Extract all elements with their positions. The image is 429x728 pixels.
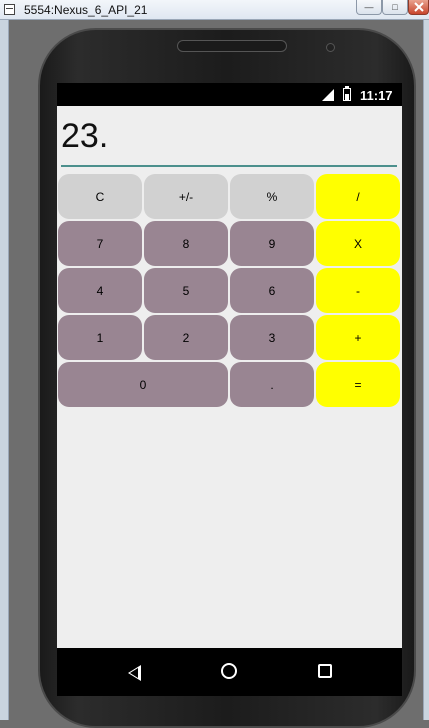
subtract-button[interactable]: - xyxy=(316,268,400,313)
decimal-button[interactable]: . xyxy=(230,362,314,407)
display-underline xyxy=(61,165,397,167)
back-icon[interactable] xyxy=(128,665,141,681)
digit-4-button[interactable]: 4 xyxy=(58,268,142,313)
status-time: 11:17 xyxy=(360,88,393,103)
home-icon[interactable] xyxy=(221,663,237,679)
clear-button[interactable]: C xyxy=(58,174,142,219)
close-button[interactable] xyxy=(408,0,429,15)
digit-9-button[interactable]: 9 xyxy=(230,221,314,266)
digit-3-button[interactable]: 3 xyxy=(230,315,314,360)
emulator-title-bar: 5554:Nexus_6_API_21 — □ xyxy=(0,0,429,20)
digit-0-button[interactable]: 0 xyxy=(58,362,228,407)
digit-1-button[interactable]: 1 xyxy=(58,315,142,360)
digit-5-button[interactable]: 5 xyxy=(144,268,228,313)
divide-button[interactable]: / xyxy=(316,174,400,219)
percent-button[interactable]: % xyxy=(230,174,314,219)
digit-6-button[interactable]: 6 xyxy=(230,268,314,313)
close-icon xyxy=(413,2,424,12)
window-border-left xyxy=(0,20,9,720)
navigation-bar xyxy=(57,648,402,696)
device-screen: 11:17 23. C +/- % / 7 8 9 X 4 5 6 - 1 2 … xyxy=(57,83,402,648)
front-camera xyxy=(326,43,335,52)
minimize-button[interactable]: — xyxy=(356,0,382,15)
speaker-grille xyxy=(177,40,287,52)
digit-7-button[interactable]: 7 xyxy=(58,221,142,266)
digit-2-button[interactable]: 2 xyxy=(144,315,228,360)
status-bar: 11:17 xyxy=(57,83,402,106)
battery-icon xyxy=(343,86,351,101)
digit-8-button[interactable]: 8 xyxy=(144,221,228,266)
calculator-display: 23. xyxy=(61,117,109,155)
sign-toggle-button[interactable]: +/- xyxy=(144,174,228,219)
signal-icon xyxy=(322,89,334,101)
maximize-button[interactable]: □ xyxy=(382,0,408,15)
app-window-icon xyxy=(4,4,15,15)
multiply-button[interactable]: X xyxy=(316,221,400,266)
equals-button[interactable]: = xyxy=(316,362,400,407)
window-title: 5554:Nexus_6_API_21 xyxy=(24,3,148,17)
add-button[interactable]: + xyxy=(316,315,400,360)
recents-icon[interactable] xyxy=(318,664,332,678)
window-border-right xyxy=(423,20,429,720)
